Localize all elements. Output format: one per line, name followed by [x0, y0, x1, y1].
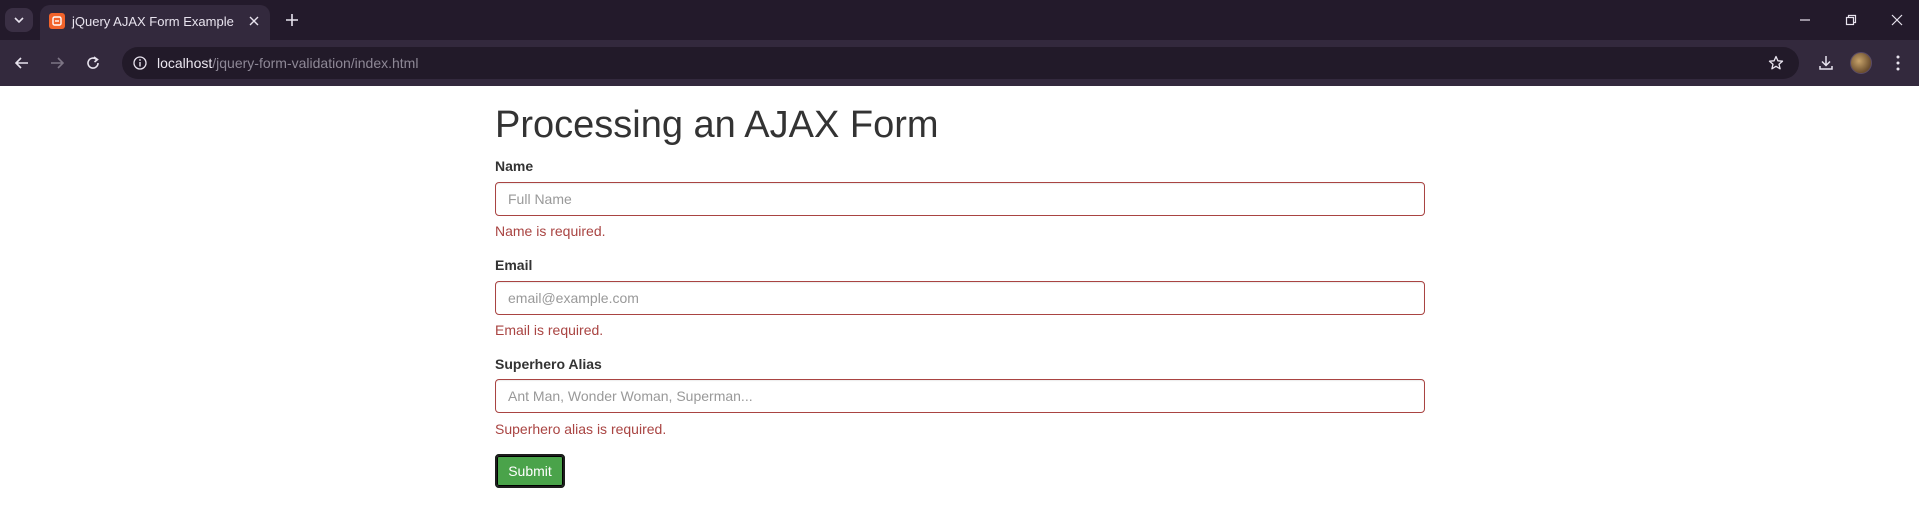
download-icon — [1819, 56, 1833, 70]
name-error: Name is required. — [495, 223, 606, 239]
page-viewport: Processing an AJAX Form Name Name is req… — [0, 86, 1919, 528]
tab-search-button[interactable] — [5, 8, 33, 32]
minimize-button[interactable] — [1791, 8, 1819, 32]
downloads-button[interactable] — [1814, 51, 1838, 75]
restore-button[interactable] — [1837, 8, 1865, 32]
site-info-button[interactable] — [130, 53, 150, 73]
superhero-alias-label: Superhero Alias — [495, 356, 602, 372]
tab-title: jQuery AJAX Form Example — [72, 14, 234, 29]
name-input[interactable] — [495, 182, 1425, 216]
tab-strip: jQuery AJAX Form Example — [0, 0, 1919, 40]
restore-icon — [1845, 14, 1857, 26]
submit-button[interactable]: Submit — [495, 454, 565, 488]
email-label: Email — [495, 257, 533, 273]
chevron-down-icon — [14, 17, 24, 24]
back-icon — [15, 57, 28, 69]
name-label: Name — [495, 158, 534, 174]
back-button[interactable] — [10, 51, 34, 75]
address-bar[interactable]: localhost/jquery-form-validation/index.h… — [122, 47, 1799, 79]
forward-icon — [51, 57, 64, 69]
reload-button[interactable] — [81, 51, 105, 75]
superhero-alias-error: Superhero alias is required. — [495, 421, 667, 437]
favicon-icon — [49, 13, 65, 29]
bookmark-button[interactable] — [1765, 53, 1787, 73]
page-title: Processing an AJAX Form — [495, 104, 939, 146]
url-host: localhost — [157, 55, 213, 71]
forward-button[interactable] — [45, 51, 69, 75]
reload-icon — [87, 56, 99, 69]
plus-icon — [286, 14, 298, 26]
new-tab-button[interactable] — [280, 9, 304, 31]
url-path: /jquery-form-validation/index.html — [212, 55, 419, 71]
kebab-menu-icon — [1896, 55, 1900, 71]
browser-menu-button[interactable] — [1886, 51, 1910, 75]
tab-close-button[interactable] — [245, 12, 263, 30]
profile-avatar[interactable] — [1850, 52, 1872, 74]
close-icon — [249, 16, 259, 26]
star-icon — [1768, 55, 1784, 70]
email-error: Email is required. — [495, 322, 604, 338]
email-input[interactable] — [495, 281, 1425, 315]
minimize-icon — [1800, 19, 1810, 21]
superhero-alias-input[interactable] — [495, 379, 1425, 413]
close-window-icon — [1891, 14, 1903, 26]
browser-tab[interactable]: jQuery AJAX Form Example — [40, 5, 270, 40]
url-text: localhost/jquery-form-validation/index.h… — [157, 55, 418, 71]
browser-toolbar: localhost/jquery-form-validation/index.h… — [0, 40, 1919, 86]
close-window-button[interactable] — [1883, 8, 1911, 32]
site-info-icon — [133, 56, 147, 70]
